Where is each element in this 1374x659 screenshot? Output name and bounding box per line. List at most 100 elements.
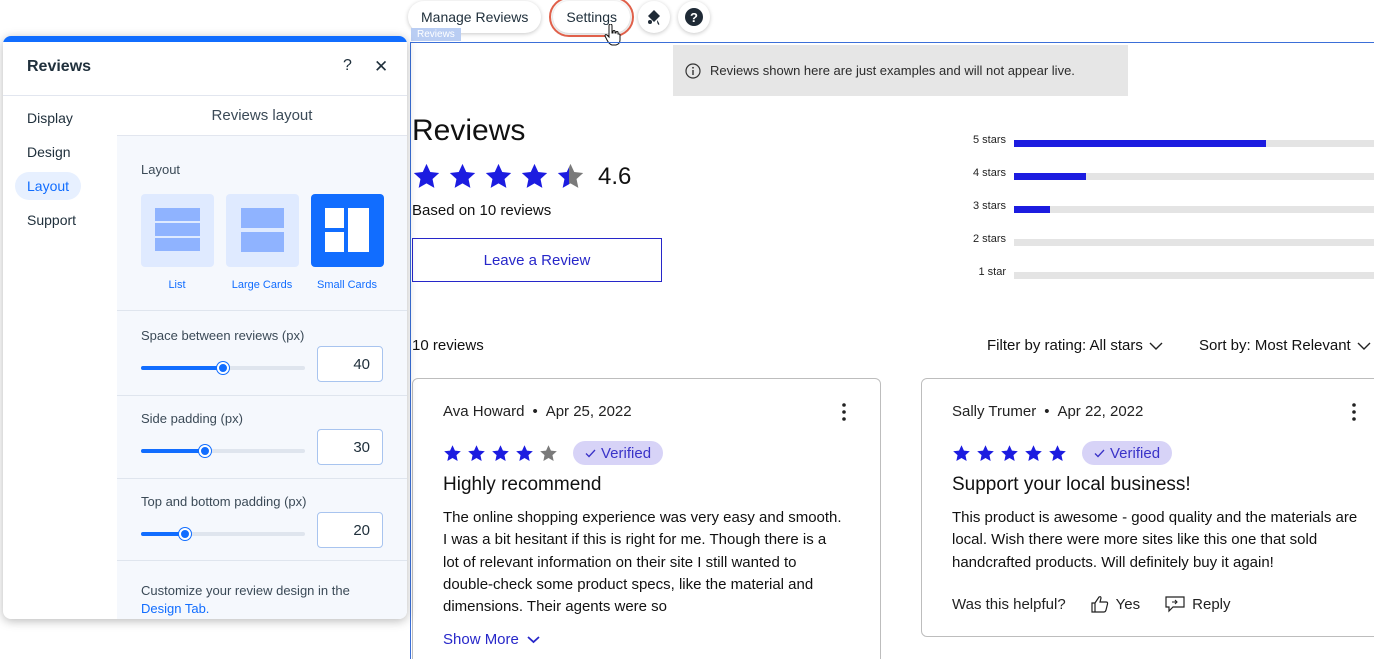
close-icon[interactable]: ✕ [374,57,388,77]
reply-icon[interactable] [1164,595,1186,613]
reviews-title: Reviews [412,114,526,147]
star-filled-icon [516,444,533,461]
help-circle-icon[interactable]: ? [677,1,710,33]
divider [117,478,407,479]
show-more-link[interactable]: Show More [443,631,540,648]
average-rating-stars [412,162,585,191]
distribution-row[interactable]: 5 stars [960,134,1374,150]
star-filled-icon [485,163,512,188]
more-options-icon[interactable] [1352,403,1356,426]
review-card: Ava Howard • Apr 25, 2022 Verified Highl… [412,378,881,659]
review-body: The online shopping experience was very … [443,509,842,616]
layout-option-small-cards[interactable] [311,194,384,267]
nav-item-layout[interactable]: Layout [15,172,82,200]
filter-dropdown[interactable]: Filter by rating: All stars [987,337,1163,354]
review-title: Support your local business! [952,474,1191,495]
check-icon [585,449,596,457]
review-author: Ava Howard [443,403,525,420]
layout-label-large-cards[interactable]: Large Cards [217,279,307,291]
review-card: Sally Trumer • Apr 22, 2022 Verified Sup… [921,378,1374,637]
helpful-question: Was this helpful? [952,595,1066,613]
panel-nav: Display Design Layout Support [3,96,117,619]
notice-text: Reviews shown here are just examples and… [710,63,1075,78]
verified-badge: Verified [1082,441,1173,465]
review-date: Apr 22, 2022 [1057,403,1144,420]
distribution-label: 4 stars [972,167,1006,179]
star-filled-icon [492,444,509,461]
layout-option-list[interactable] [141,194,214,267]
reply-link[interactable]: Reply [1192,596,1230,613]
star-filled-icon [413,163,440,188]
review-date: Apr 25, 2022 [545,403,632,420]
slider-handle[interactable] [179,528,192,540]
selection-frame-top [410,42,1374,43]
verified-label: Verified [601,444,652,462]
panel-content: Reviews layout Layout List Large Cards S… [117,96,407,619]
top-bottom-padding-input[interactable] [317,512,383,548]
divider [117,395,407,396]
selection-frame-left [410,42,411,659]
divider [117,310,407,311]
review-stars: Verified [952,441,1173,465]
distribution-bar [1014,206,1374,213]
star-filled-icon [1025,444,1042,461]
nav-item-design[interactable]: Design [15,138,83,166]
side-padding-label: Side padding (px) [141,411,243,426]
layout-label-small-cards[interactable]: Small Cards [302,279,392,291]
distribution-row[interactable]: 2 stars [960,233,1374,249]
paint-drop-icon[interactable] [637,1,670,33]
chevron-down-icon [527,636,540,644]
distribution-row[interactable]: 1 star [960,266,1374,282]
distribution-row[interactable]: 4 stars [960,167,1374,183]
review-meta: Ava Howard • Apr 25, 2022 [443,403,632,420]
distribution-label: 1 star [978,266,1006,278]
distribution-bar-fill [1014,206,1050,213]
average-rating-value: 4.6 [598,163,632,190]
review-count: 10 reviews [412,337,484,354]
distribution-bar [1014,239,1374,246]
side-padding-slider[interactable] [141,445,305,457]
star-half-icon [557,163,584,188]
panel-header[interactable]: Reviews ? ✕ [3,42,407,96]
top-bottom-padding-slider[interactable] [141,528,305,540]
nav-item-display[interactable]: Display [15,104,85,132]
helpful-row: Was this helpful? Yes Reply [952,595,1231,613]
slider-handle[interactable] [217,362,229,374]
review-title: Highly recommend [443,474,602,495]
layout-option-large-cards[interactable] [226,194,299,267]
star-filled-icon [953,444,970,461]
design-tab-link[interactable]: Design Tab. [141,601,209,616]
hand-cursor-icon [604,23,622,51]
more-options-icon[interactable] [842,403,846,426]
sort-dropdown[interactable]: Sort by: Most Relevant [1199,337,1371,354]
sort-label: Sort by: Most Relevant [1199,337,1351,354]
divider [117,560,407,561]
check-icon [1094,449,1105,457]
space-input[interactable] [317,346,383,382]
section-title: Reviews layout [117,96,407,136]
nav-item-support[interactable]: Support [15,206,88,234]
verified-badge: Verified [573,441,664,465]
help-icon[interactable]: ? [343,57,352,75]
star-filled-icon [1001,444,1018,461]
slider-handle[interactable] [198,445,211,457]
chevron-down-icon [1149,342,1163,350]
side-padding-input[interactable] [317,429,383,465]
layout-label-list[interactable]: List [132,279,222,291]
distribution-bar-fill [1014,140,1266,147]
reviews-count-text: Based on 10 reviews [412,202,552,219]
star-filled-icon [444,444,461,461]
layout-label: Layout [141,162,181,177]
thumbs-up-icon[interactable] [1090,595,1110,613]
panel-title: Reviews [27,58,92,75]
review-body: This product is awesome - good quality a… [952,509,1358,571]
distribution-label: 2 stars [972,233,1006,245]
component-tag: Reviews [411,28,461,41]
settings-panel: Reviews ? ✕ Display Design Layout Suppor… [3,36,407,619]
helpful-yes[interactable]: Yes [1116,596,1140,613]
leave-review-button[interactable]: Leave a Review [412,238,662,282]
distribution-bar [1014,272,1374,279]
distribution-row[interactable]: 3 stars [960,200,1374,216]
space-slider[interactable] [141,362,305,374]
space-label: Space between reviews (px) [141,328,305,343]
